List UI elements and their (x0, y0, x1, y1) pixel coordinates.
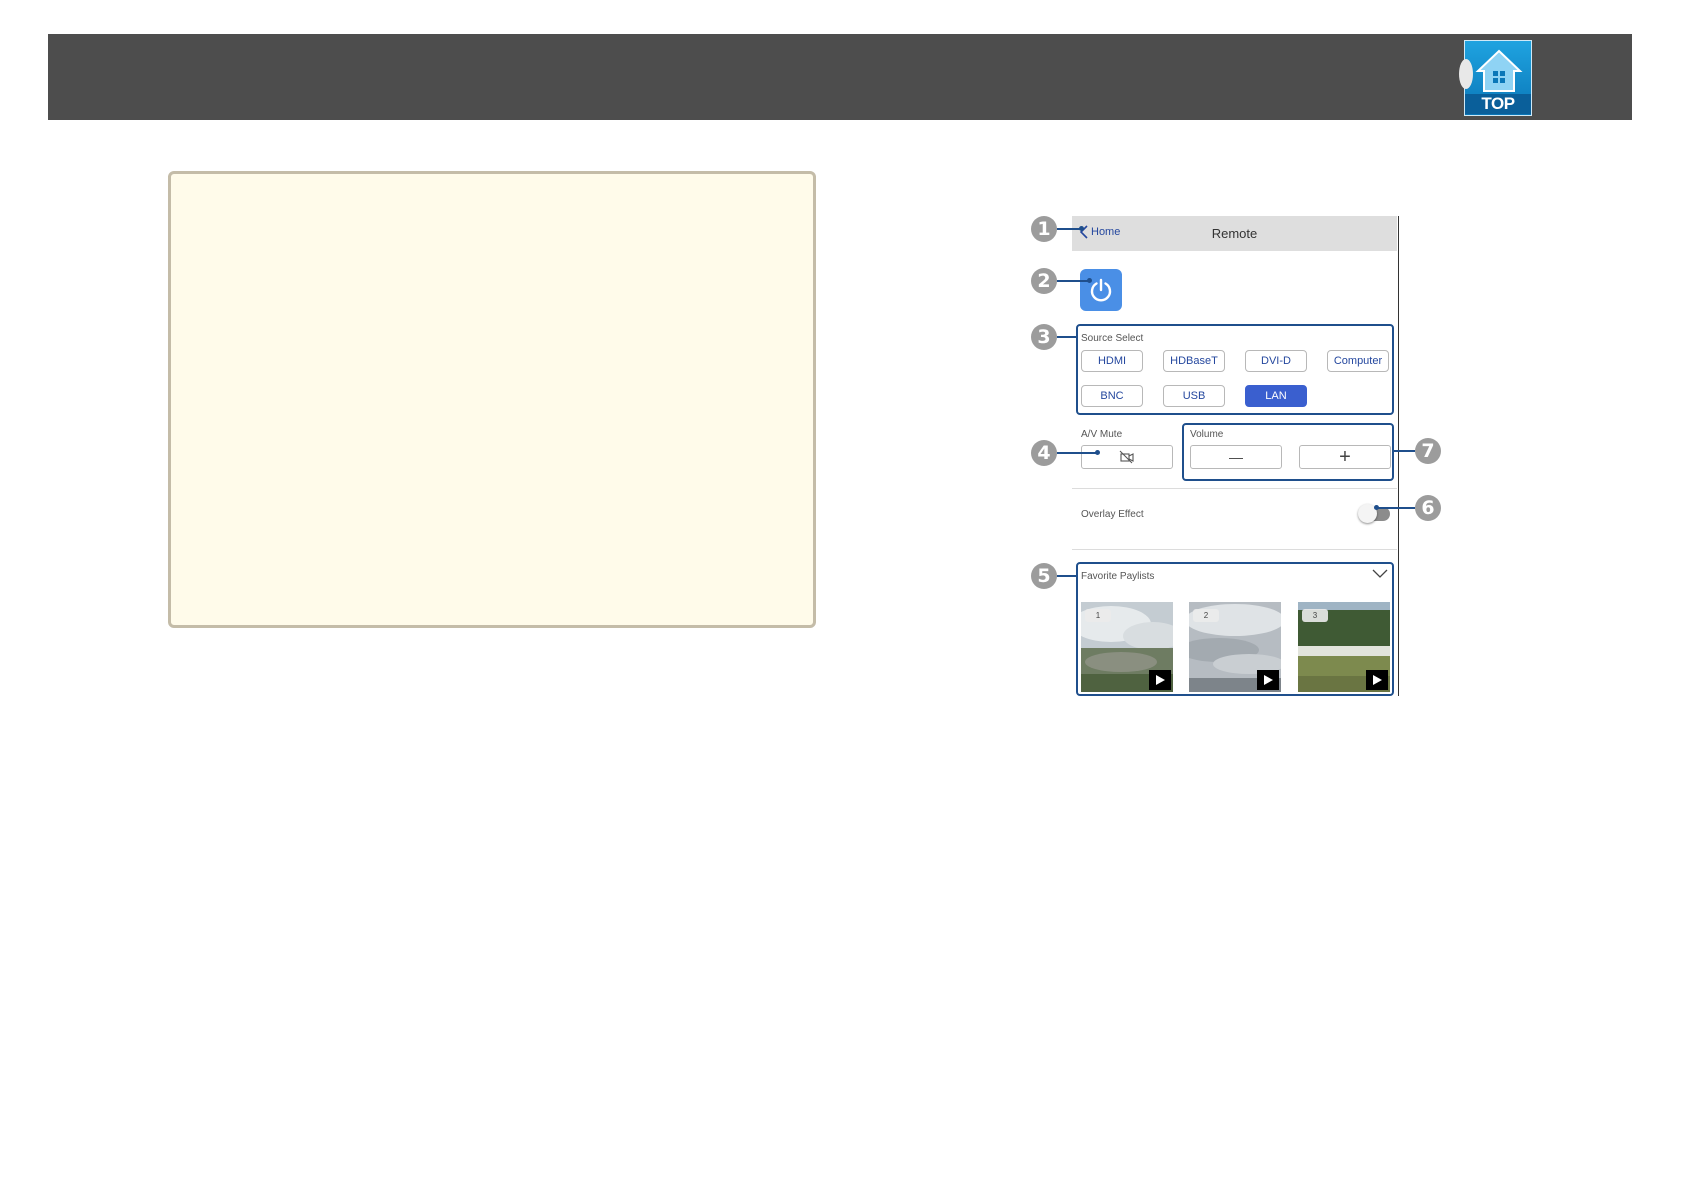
remote-screen: Home Remote Source Select HDMI HDBaseT D… (1072, 216, 1399, 696)
divider (1072, 549, 1397, 550)
play-icon (1264, 675, 1273, 685)
power-button[interactable] (1080, 269, 1122, 311)
play-button[interactable] (1366, 670, 1388, 690)
source-computer-button[interactable]: Computer (1327, 350, 1389, 372)
playlist-thumbnail[interactable]: 2 (1189, 602, 1281, 692)
callout-2-dot (1087, 278, 1092, 283)
source-usb-button[interactable]: USB (1163, 385, 1225, 407)
callout-4-leader (1057, 452, 1097, 454)
top-link[interactable]: TOP (1459, 40, 1532, 116)
callout-1: 1 (1031, 216, 1057, 242)
callout-1-dot (1079, 226, 1084, 231)
overlay-effect-label: Overlay Effect (1081, 509, 1144, 520)
source-dvid-button[interactable]: DVI-D (1245, 350, 1307, 372)
play-icon (1156, 675, 1165, 685)
note-box (168, 171, 816, 628)
muted-camera-icon (1119, 450, 1134, 464)
av-mute-label: A/V Mute (1081, 429, 1123, 440)
volume-down-button[interactable]: — (1190, 445, 1282, 469)
playlist-number: 3 (1302, 609, 1328, 622)
playlist-thumbnail[interactable]: 1 (1081, 602, 1173, 692)
callout-2: 2 (1031, 268, 1057, 294)
header-bar (48, 34, 1632, 120)
callout-3-leader (1057, 336, 1077, 338)
playlist-number: 1 (1085, 609, 1111, 622)
logo-ring (1459, 59, 1473, 89)
home-icon (1475, 49, 1523, 92)
callout-5: 5 (1031, 563, 1057, 589)
callout-1-leader (1057, 228, 1081, 230)
page-title: Remote (1211, 226, 1258, 241)
play-button[interactable] (1257, 670, 1279, 690)
callout-4: 4 (1031, 440, 1057, 466)
chevron-down-icon[interactable] (1372, 569, 1388, 579)
favorite-playlists-label: Favorite Paylists (1081, 571, 1155, 582)
source-bnc-button[interactable]: BNC (1081, 385, 1143, 407)
callout-6: 6 (1415, 495, 1441, 521)
source-select-label: Source Select (1081, 333, 1144, 344)
top-label: TOP (1465, 94, 1531, 114)
play-icon (1373, 675, 1382, 685)
plus-icon: + (1339, 445, 1351, 468)
av-mute-button[interactable] (1081, 445, 1173, 469)
playlist-number: 2 (1193, 609, 1219, 622)
callout-6-dot (1374, 505, 1379, 510)
callout-7-leader (1394, 450, 1415, 452)
play-button[interactable] (1149, 670, 1171, 690)
volume-up-button[interactable]: + (1299, 445, 1391, 469)
source-hdbaset-button[interactable]: HDBaseT (1163, 350, 1225, 372)
callout-5-leader (1057, 575, 1077, 577)
minus-icon: — (1229, 449, 1243, 465)
callout-6-leader (1376, 507, 1415, 509)
callout-2-leader (1057, 280, 1089, 282)
source-hdmi-button[interactable]: HDMI (1081, 350, 1143, 372)
callout-7: 7 (1415, 438, 1441, 464)
divider (1072, 488, 1397, 489)
nav-bar: Home Remote (1072, 216, 1397, 251)
playlist-thumbnail[interactable]: 3 (1298, 602, 1390, 692)
source-lan-button[interactable]: LAN (1245, 385, 1307, 407)
callout-4-dot (1095, 450, 1100, 455)
callout-3: 3 (1031, 324, 1057, 350)
volume-label: Volume (1190, 429, 1224, 440)
